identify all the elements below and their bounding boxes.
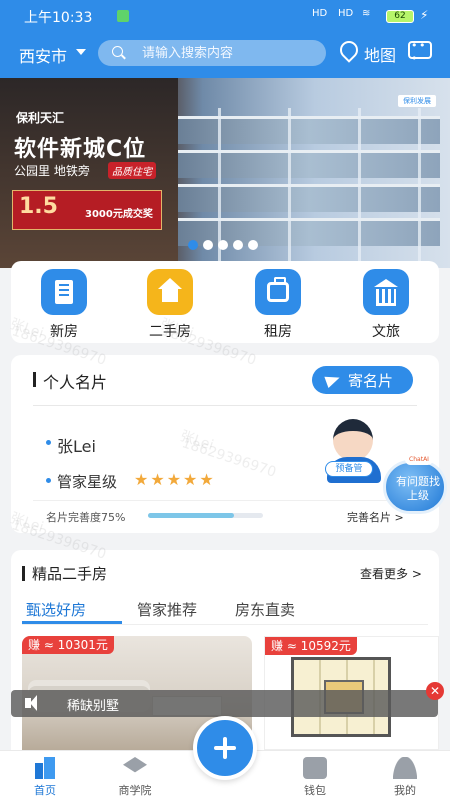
banner-logo: 保利发展 — [398, 95, 436, 107]
card-title: 个人名片 — [43, 373, 108, 392]
signal-icon-2: HD — [338, 8, 354, 19]
nav-label: 租房 — [264, 324, 292, 340]
divider — [22, 624, 428, 625]
help-tag: ChatAI — [405, 454, 433, 465]
charging-icon: ⚡ — [420, 8, 429, 22]
banner-tag: 品质住宅 — [108, 162, 156, 179]
wifi-icon: ≋ — [362, 8, 371, 19]
nav-label: 文旅 — [372, 324, 400, 340]
tab-home[interactable]: 首页 — [13, 751, 77, 800]
search-input[interactable] — [142, 43, 317, 63]
tab-owner-direct[interactable]: 房东直卖 — [235, 599, 295, 620]
nav-label: 新房 — [50, 324, 78, 340]
chat-icon[interactable] — [408, 39, 432, 65]
add-button[interactable] — [193, 716, 257, 780]
banner-dot[interactable] — [248, 240, 258, 250]
listing-price: 赚 ≈ 10592元 — [265, 637, 357, 655]
help-label: 有问题找上级 — [396, 475, 440, 502]
bullet-icon — [46, 440, 51, 445]
map-button[interactable]: 地图 — [336, 37, 402, 67]
signal-icon: HD — [312, 8, 328, 19]
banner-title: 软件新城C位 — [14, 137, 147, 162]
listing-price: 赚 ≈ 10301元 — [22, 636, 114, 654]
bullet-icon — [46, 478, 51, 483]
divider — [33, 500, 417, 501]
banner-dot[interactable] — [203, 240, 213, 250]
search-icon — [112, 46, 123, 57]
banner-brand: 保利天汇 — [16, 111, 65, 125]
search-bar[interactable] — [98, 40, 326, 66]
message-notification-icon — [117, 10, 129, 22]
tab-label: 钱包 — [304, 784, 326, 797]
nav-tourism[interactable]: 文旅 — [351, 269, 421, 341]
progress-fill — [148, 513, 235, 518]
close-icon[interactable]: ✕ — [426, 682, 444, 700]
tab-label: 商学院 — [118, 784, 152, 797]
top-header: 上午10:33 HD HD ≋ 62 ⚡ 西安市 地图 — [0, 0, 450, 78]
city-selector[interactable]: 西安市 — [19, 43, 67, 67]
avatar-tag: 预备管 — [325, 461, 373, 477]
tab-academy[interactable]: 商学院 — [103, 751, 167, 800]
tab-label: 首页 — [34, 784, 56, 797]
level-label: 管家星级 — [57, 473, 118, 491]
send-card-button[interactable]: 寄名片 — [312, 366, 413, 394]
star-rating: ★★★★★ — [134, 470, 216, 489]
wallet-icon — [303, 757, 327, 779]
edit-card-link[interactable]: 完善名片 > — [347, 509, 404, 525]
business-card: 个人名片 寄名片 张Lei 管家星级 ★★★★★ 预备管 名片完善度75% 完善… — [11, 355, 439, 533]
home-icon — [33, 757, 57, 779]
banner-rate: 1.5 — [19, 194, 58, 219]
banner-dot[interactable] — [218, 240, 228, 250]
status-time: 上午10:33 — [24, 10, 93, 26]
view-more-link[interactable]: 查看更多 > — [360, 565, 422, 582]
help-button[interactable]: 有问题找上级 — [383, 460, 447, 514]
agent-name: 张Lei — [57, 437, 96, 456]
app-header: 西安市 地图 — [0, 34, 450, 74]
banner-offer: 3000元成交奖 — [85, 209, 153, 220]
user-icon — [393, 757, 417, 779]
completion-progress — [148, 513, 263, 518]
nav-rental[interactable]: 租房 — [243, 269, 313, 341]
house-icon — [147, 269, 193, 315]
nav-second-hand[interactable]: 二手房 — [135, 269, 205, 341]
battery-icon: 62 — [386, 10, 414, 23]
nav-label: 二手房 — [149, 324, 191, 340]
section-title: 精品二手房 — [32, 565, 108, 583]
banner-offer-box: 1.5 3000元成交奖 — [12, 190, 162, 230]
paper-plane-icon — [324, 371, 342, 389]
audio-toast[interactable]: 稀缺别墅 — [11, 690, 438, 717]
tab-label: 我的 — [394, 784, 416, 797]
send-card-label: 寄名片 — [348, 372, 394, 390]
tab-wallet[interactable]: 钱包 — [283, 751, 347, 800]
chevron-down-icon[interactable] — [76, 49, 86, 55]
banner-dot[interactable] — [233, 240, 243, 250]
toast-text: 稀缺别墅 — [67, 699, 120, 714]
section-marker — [22, 566, 25, 581]
divider — [33, 405, 417, 406]
speaker-icon — [25, 695, 37, 711]
completion-label: 名片完善度75% — [46, 511, 126, 524]
status-bar: 上午10:33 HD HD ≋ 62 ⚡ — [0, 0, 450, 34]
banner-subtitle: 公园里 地铁旁 — [14, 164, 90, 178]
suitcase-icon — [255, 269, 301, 315]
nav-new-house[interactable]: 新房 — [29, 269, 99, 341]
tab-recommended[interactable]: 管家推荐 — [137, 599, 197, 620]
avatar-head — [333, 419, 373, 461]
quick-nav: 新房 二手房 租房 文旅 — [11, 261, 439, 343]
map-pin-icon — [336, 37, 362, 63]
building-icon — [41, 269, 87, 315]
banner-dot[interactable] — [188, 240, 198, 250]
temple-icon — [363, 269, 409, 315]
graduation-cap-icon — [123, 757, 147, 773]
section-marker — [33, 372, 36, 387]
map-label: 地图 — [364, 46, 397, 65]
tab-featured[interactable]: 甄选好房 — [26, 599, 86, 620]
tab-profile[interactable]: 我的 — [373, 751, 437, 800]
